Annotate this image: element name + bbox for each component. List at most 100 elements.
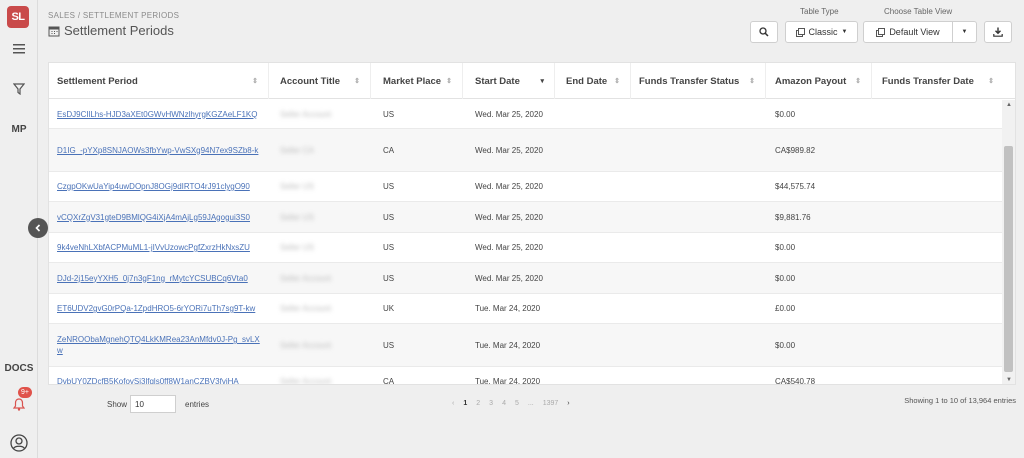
page-button[interactable]: 1397 bbox=[543, 400, 559, 407]
table-row[interactable]: vCQXrZgV31gteD9BMlQG4iXjA4mAjLg59JAgogui… bbox=[49, 202, 1004, 233]
table-row[interactable]: ZeNROObaMgnehQTQ4LkKMRea23AnMfdv0J-Pg_sv… bbox=[49, 324, 1004, 367]
col-account-title[interactable]: Account Title ⇕ bbox=[269, 63, 371, 99]
page-title: Settlement Periods bbox=[48, 23, 174, 38]
sort-icon: ⇕ bbox=[749, 78, 755, 85]
page-button[interactable]: ... bbox=[528, 400, 534, 407]
view-value: Default View bbox=[889, 27, 940, 37]
amazon-payout-cell: $0.00 bbox=[775, 109, 796, 119]
funds-transfer-date-cell bbox=[872, 202, 1004, 232]
scroll-up-icon[interactable]: ▲ bbox=[1006, 102, 1012, 108]
market-place-cell: CA bbox=[383, 145, 395, 155]
copy-icon bbox=[795, 27, 805, 37]
table-row[interactable]: DvbUY0ZDcfB5KofovSi3lfqls0ff8W1anCZBV3fv… bbox=[49, 367, 1004, 385]
table-row[interactable]: CzgpOKwUaYip4uwDOpnJ8OGj9dIRTO4rJ91clygO… bbox=[49, 172, 1004, 202]
end-date-cell bbox=[555, 172, 631, 201]
next-page-button[interactable]: › bbox=[567, 400, 569, 407]
table-row[interactable]: DJd-2j15eyYXH5_0j7n3gF1ng_rMytcYCSUBCq6V… bbox=[49, 263, 1004, 294]
view-dropdown-toggle[interactable]: ▼ bbox=[952, 21, 977, 43]
funds-transfer-date-cell bbox=[872, 129, 1004, 171]
prev-page-button[interactable]: ‹ bbox=[452, 400, 454, 407]
table-row[interactable]: ET6UDV2gvG0rPQa-1ZpdHRO5-6rYORi7uTh7sg9T… bbox=[49, 294, 1004, 324]
col-amazon-payout[interactable]: Amazon Payout ⇕ bbox=[766, 63, 872, 99]
funds-transfer-status-cell bbox=[631, 294, 766, 323]
funds-transfer-status-cell bbox=[631, 367, 766, 384]
page-button[interactable]: 2 bbox=[476, 400, 480, 407]
settlement-period-link[interactable]: DvbUY0ZDcfB5KofovSi3lfqls0ff8W1anCZBV3fv… bbox=[49, 367, 269, 385]
start-date-cell: Tue. Mar 24, 2020 bbox=[475, 304, 541, 313]
table-body: EsDJ9CIlLhs-HJD3aXEt0GWvHWNzlhyrgKGZAeLF… bbox=[49, 100, 1004, 385]
filter-icon[interactable] bbox=[0, 83, 38, 95]
amazon-payout-cell: $44,575.74 bbox=[775, 182, 816, 191]
col-settlement-period[interactable]: Settlement Period ⇕ bbox=[49, 63, 269, 99]
sort-icon: ⇕ bbox=[252, 78, 258, 85]
scroll-down-icon[interactable]: ▼ bbox=[1006, 377, 1012, 383]
table-type-select[interactable]: Classic ▼ bbox=[785, 21, 858, 43]
funds-transfer-status-cell bbox=[631, 172, 766, 201]
breadcrumb[interactable]: SALES / SETTLEMENT PERIODS bbox=[48, 11, 179, 20]
settlement-period-link[interactable]: DJd-2j15eyYXH5_0j7n3gF1ng_rMytcYCSUBCq6V… bbox=[49, 263, 269, 293]
end-date-cell bbox=[555, 263, 631, 293]
search-icon bbox=[759, 27, 769, 37]
copy-icon bbox=[876, 27, 886, 37]
funds-transfer-date-cell bbox=[872, 100, 1004, 128]
docs-link[interactable]: DOCS bbox=[0, 363, 38, 374]
market-place-cell: US bbox=[383, 109, 395, 119]
caret-down-icon: ▼ bbox=[961, 29, 968, 35]
end-date-cell bbox=[555, 294, 631, 323]
col-start-date[interactable]: Start Date ▾ bbox=[463, 63, 555, 99]
col-end-date[interactable]: End Date ⇕ bbox=[555, 63, 631, 99]
end-date-cell bbox=[555, 202, 631, 232]
page-button[interactable]: 4 bbox=[502, 400, 506, 407]
table-header: Settlement Period ⇕ Account Title ⇕ Market… bbox=[49, 63, 1015, 99]
sort-icon: ⇕ bbox=[354, 78, 360, 85]
funds-transfer-status-cell bbox=[631, 233, 766, 262]
table-row[interactable]: D1IG_-pYXp8SNJAOWs3fbYwp-VwSXg94N7ex9SZb… bbox=[49, 129, 1004, 172]
table-row[interactable]: 9k4veNhLXbfACPMuML1-jIVvUzowcPgfZxrzHkNx… bbox=[49, 233, 1004, 263]
start-date-cell: Wed. Mar 25, 2020 bbox=[475, 273, 543, 283]
sort-icon: ⇕ bbox=[855, 78, 861, 85]
account-title-cell: Seller US bbox=[280, 182, 314, 191]
page-button[interactable]: 5 bbox=[515, 400, 519, 407]
market-place-cell: UK bbox=[383, 304, 395, 313]
account-title-cell: Seller Account bbox=[280, 273, 332, 283]
settlement-period-link[interactable]: D1IG_-pYXp8SNJAOWs3fbYwp-VwSXg94N7ex9SZb… bbox=[49, 129, 269, 171]
account-title-cell: Seller Account bbox=[280, 304, 332, 313]
settlement-period-link[interactable]: vCQXrZgV31gteD9BMlQG4iXjA4mAjLg59JAgogui… bbox=[49, 202, 269, 232]
collapse-sidebar-button[interactable] bbox=[28, 218, 48, 238]
col-funds-transfer-status[interactable]: Funds Transfer Status ⇕ bbox=[631, 63, 766, 99]
marketplace-link[interactable]: MP bbox=[0, 124, 38, 135]
start-date-cell: Wed. Mar 25, 2020 bbox=[475, 212, 543, 222]
table-row[interactable]: EsDJ9CIlLhs-HJD3aXEt0GWvHWNzlhyrgKGZAeLF… bbox=[49, 100, 1004, 129]
page-size-select[interactable]: 10 bbox=[130, 395, 176, 413]
col-funds-transfer-date[interactable]: Funds Transfer Date ⇕ bbox=[872, 63, 1004, 99]
market-place-cell: US bbox=[383, 340, 395, 350]
funds-transfer-date-cell bbox=[872, 233, 1004, 262]
settlement-period-link[interactable]: EsDJ9CIlLhs-HJD3aXEt0GWvHWNzlhyrgKGZAeLF… bbox=[49, 100, 269, 128]
settlement-period-link[interactable]: 9k4veNhLXbfACPMuML1-jIVvUzowcPgfZxrzHkNx… bbox=[49, 233, 269, 262]
app-logo[interactable]: SL bbox=[7, 6, 29, 28]
funds-transfer-date-cell bbox=[872, 324, 1004, 366]
col-market-place[interactable]: Market Place ⇕ bbox=[371, 63, 463, 99]
page-button[interactable]: 1 bbox=[463, 400, 467, 407]
user-icon[interactable] bbox=[0, 434, 38, 452]
table-type-value: Classic bbox=[808, 27, 838, 37]
settlement-period-link[interactable]: ET6UDV2gvG0rPQa-1ZpdHRO5-6rYORi7uTh7sg9T… bbox=[49, 294, 269, 323]
settlement-period-link[interactable]: ZeNROObaMgnehQTQ4LkKMRea23AnMfdv0J-Pg_sv… bbox=[49, 324, 269, 366]
start-date-cell: Wed. Mar 25, 2020 bbox=[475, 182, 543, 191]
account-title-cell: Seller Account bbox=[280, 340, 332, 350]
end-date-cell bbox=[555, 100, 631, 128]
view-select[interactable]: Default View bbox=[863, 21, 953, 43]
page-title-text: Settlement Periods bbox=[64, 23, 174, 38]
chevron-left-icon bbox=[35, 224, 41, 232]
market-place-cell: US bbox=[383, 212, 395, 222]
page-button[interactable]: 3 bbox=[489, 400, 493, 407]
market-place-cell: US bbox=[383, 273, 395, 283]
settlement-period-link[interactable]: CzgpOKwUaYip4uwDOpnJ8OGj9dIRTO4rJ91clygO… bbox=[49, 172, 269, 201]
scrollbar-thumb[interactable] bbox=[1004, 146, 1013, 372]
bell-icon[interactable] bbox=[0, 398, 38, 411]
vertical-scrollbar[interactable]: ▲ ▼ bbox=[1002, 100, 1015, 384]
funds-transfer-status-cell bbox=[631, 202, 766, 232]
menu-icon[interactable] bbox=[0, 44, 38, 54]
search-button[interactable] bbox=[750, 21, 778, 43]
download-button[interactable] bbox=[984, 21, 1012, 43]
